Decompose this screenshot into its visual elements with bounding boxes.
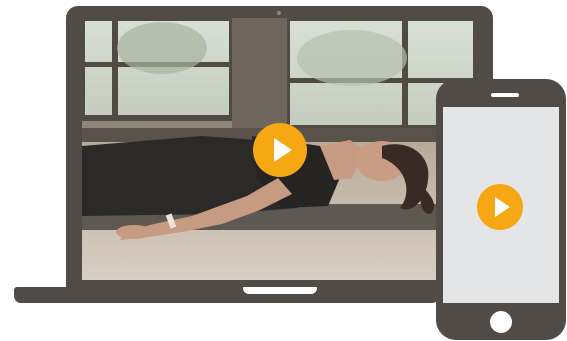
laptop-trackpad-notch [243,287,317,294]
laptop-video-screen[interactable] [82,18,476,280]
laptop-base [14,287,439,303]
play-icon [495,197,510,217]
devices-illustration [0,0,567,341]
play-icon [274,138,292,162]
phone-play-button[interactable] [477,184,523,230]
laptop-play-button[interactable] [253,123,307,177]
phone-home-button[interactable] [490,311,512,333]
laptop-camera [277,11,281,15]
phone-earpiece [491,93,519,97]
